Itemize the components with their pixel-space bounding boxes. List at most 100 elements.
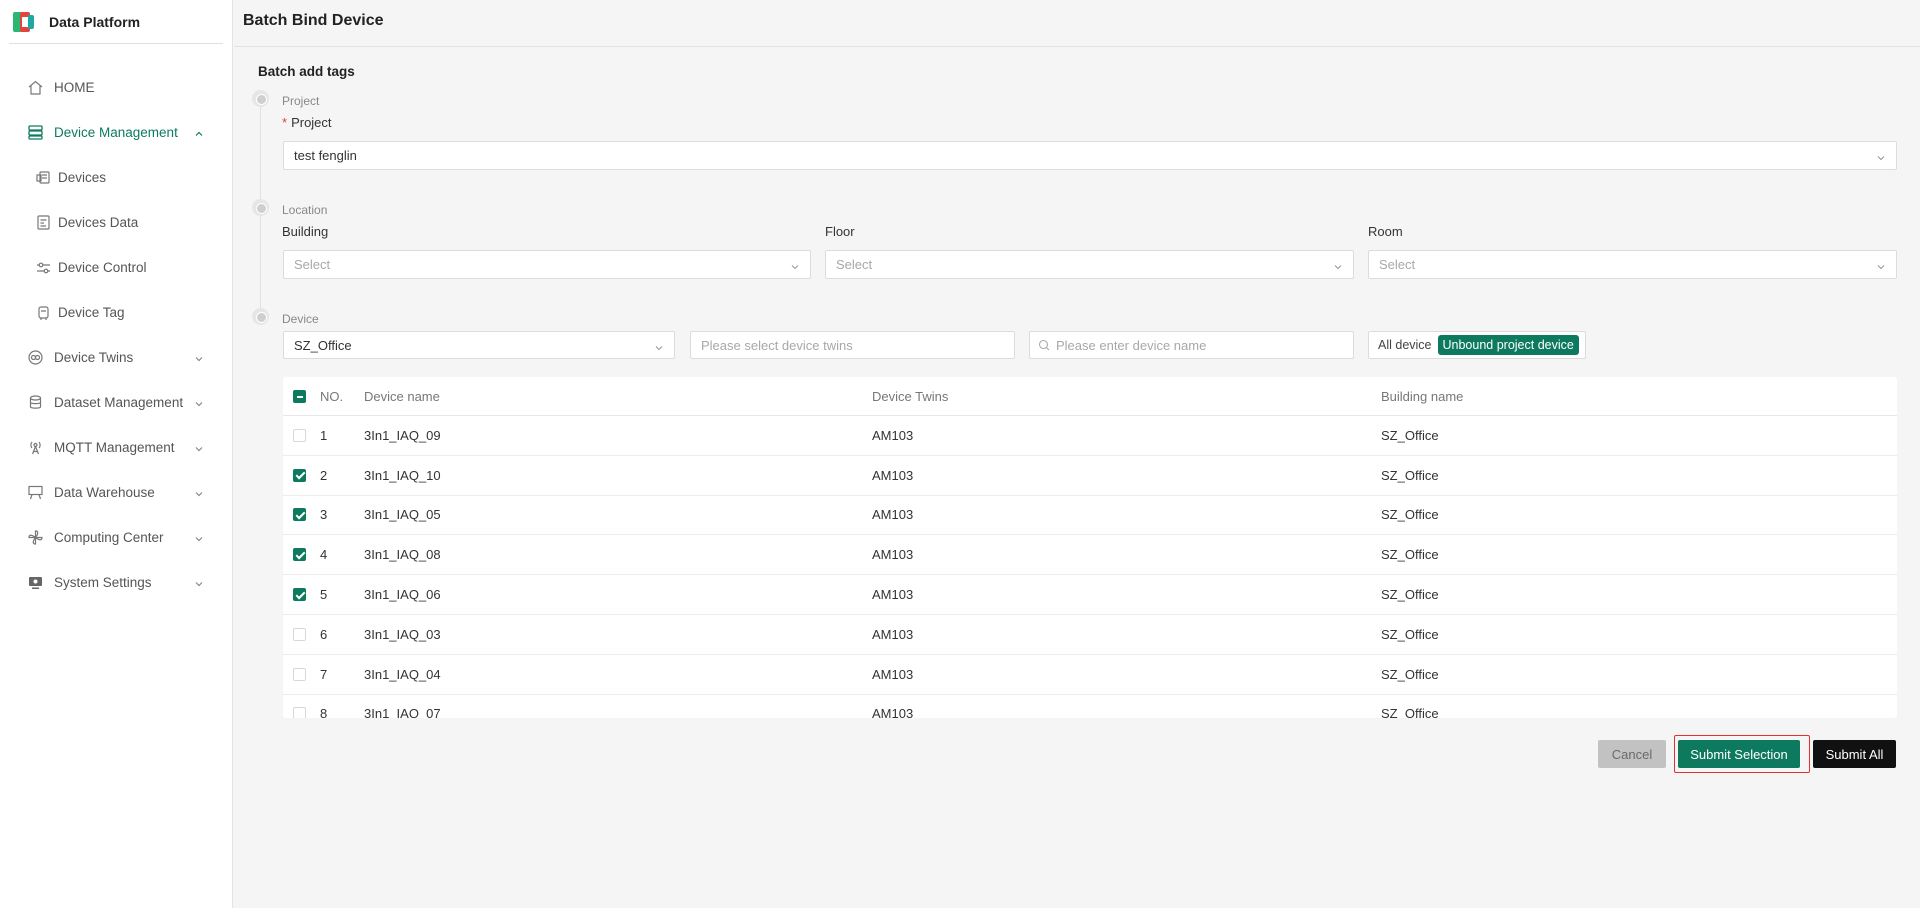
- row-no: 2: [320, 467, 328, 483]
- table-row[interactable]: 4 3In1_IAQ_08 AM103 SZ_Office: [283, 535, 1897, 576]
- row-checkbox[interactable]: [293, 588, 306, 602]
- table-row[interactable]: 3 3In1_IAQ_05 AM103 SZ_Office: [283, 496, 1897, 536]
- table-header: NO. Device name Device Twins Building na…: [283, 377, 1897, 416]
- row-checkbox[interactable]: [293, 468, 306, 482]
- row-device-twins: AM103: [872, 547, 914, 563]
- sidebar-item-device-control[interactable]: Device Control: [0, 245, 232, 290]
- row-checkbox[interactable]: [293, 428, 306, 442]
- row-no: 1: [320, 427, 328, 443]
- device-table: NO. Device name Device Twins Building na…: [283, 377, 1897, 718]
- table-row[interactable]: 7 3In1_IAQ_04 AM103 SZ_Office: [283, 655, 1897, 695]
- sidebar-item-label: MQTT Management: [54, 440, 175, 455]
- sidebar-item-label: Device Tag: [58, 305, 125, 320]
- device-filter-toggle: All device Unbound project device: [1368, 331, 1586, 359]
- row-checkbox-cell: [283, 707, 319, 718]
- row-checkbox[interactable]: [293, 627, 306, 641]
- step-dot-location: [252, 199, 269, 216]
- logo-icon: [11, 9, 37, 35]
- room-select[interactable]: Select: [1368, 250, 1897, 279]
- chevron-down-icon: [194, 397, 204, 412]
- table-row[interactable]: 6 3In1_IAQ_03 AM103 SZ_Office: [283, 615, 1897, 655]
- header-device-name: Device name: [364, 388, 440, 404]
- header-no: NO.: [320, 388, 344, 404]
- table-row[interactable]: 8 3In1_IAQ_07 AM103 SZ_Office: [283, 695, 1897, 718]
- sidebar-item-dataset-management[interactable]: Dataset Management: [0, 380, 232, 425]
- row-checkbox[interactable]: [293, 707, 306, 718]
- device-building-select[interactable]: SZ_Office: [283, 331, 675, 359]
- device-name-placeholder: Please enter device name: [1056, 337, 1207, 353]
- device-name-search-input[interactable]: Please enter device name: [1029, 331, 1354, 359]
- sidebar-item-devices-data[interactable]: Devices Data: [0, 200, 232, 245]
- header-device-twins: Device Twins: [872, 388, 949, 404]
- project-select[interactable]: test fenglin: [283, 141, 1897, 170]
- chevron-down-icon: [654, 341, 664, 356]
- row-checkbox[interactable]: [293, 508, 306, 522]
- row-building-name: SZ_Office: [1381, 626, 1439, 642]
- sidebar-item-label: Dataset Management: [54, 395, 184, 410]
- brand: Data Platform: [9, 0, 223, 44]
- project-label-text: Project: [291, 115, 332, 130]
- sidebar-item-label: Data Warehouse: [54, 485, 155, 500]
- chevron-down-icon: [194, 352, 204, 367]
- pinwheel-icon: [27, 529, 44, 546]
- row-device-twins: AM103: [872, 507, 914, 523]
- building-select[interactable]: Select: [283, 250, 811, 279]
- select-all-checkbox[interactable]: [293, 389, 306, 403]
- floor-select[interactable]: Select: [825, 250, 1354, 279]
- sidebar-item-mqtt-management[interactable]: MQTT Management: [0, 425, 232, 470]
- sidebar-item-data-warehouse[interactable]: Data Warehouse: [0, 470, 232, 515]
- brand-title: Data Platform: [49, 13, 141, 30]
- device-twins-select[interactable]: Please select device twins: [690, 331, 1015, 359]
- home-icon: [27, 79, 44, 96]
- sidebar-item-device-twins[interactable]: Device Twins: [0, 335, 232, 380]
- row-checkbox-cell: [283, 667, 319, 681]
- row-checkbox-cell: [283, 548, 319, 562]
- header-building-name: Building name: [1381, 388, 1464, 404]
- submit-all-button[interactable]: Submit All: [1813, 740, 1896, 768]
- step-label-device: Device: [282, 312, 319, 326]
- header: Batch Bind Device: [234, 0, 1920, 47]
- toggle-unbound-project-device[interactable]: Unbound project device: [1437, 335, 1579, 355]
- room-field-label: Room: [1368, 224, 1403, 239]
- sliders-icon: [35, 259, 52, 276]
- row-checkbox[interactable]: [293, 667, 306, 681]
- project-select-value: test fenglin: [294, 148, 357, 163]
- row-device-twins: AM103: [872, 626, 914, 642]
- floor-field-label: Floor: [825, 224, 855, 239]
- table-row[interactable]: 5 3In1_IAQ_06 AM103 SZ_Office: [283, 575, 1897, 615]
- sidebar-item-label: Computing Center: [54, 530, 164, 545]
- row-device-twins: AM103: [872, 587, 914, 603]
- chevron-down-icon: [1876, 151, 1886, 166]
- required-mark: *: [282, 115, 288, 130]
- chevron-down-icon: [1333, 260, 1343, 275]
- room-select-placeholder: Select: [1379, 257, 1416, 272]
- table-row[interactable]: 2 3In1_IAQ_10 AM103 SZ_Office: [283, 456, 1897, 496]
- sidebar-item-label: Device Control: [58, 260, 147, 275]
- tag-icon: [35, 304, 52, 321]
- sidebar-item-device-management[interactable]: Device Management: [0, 110, 232, 155]
- sidebar-item-system-settings[interactable]: System Settings: [0, 560, 232, 605]
- cancel-button[interactable]: Cancel: [1598, 740, 1666, 768]
- row-device-name: 3In1_IAQ_05: [364, 507, 441, 523]
- submit-selection-button[interactable]: Submit Selection: [1678, 740, 1800, 768]
- row-building-name: SZ_Office: [1381, 666, 1439, 682]
- sidebar-item-home[interactable]: HOME: [0, 65, 232, 110]
- row-checkbox[interactable]: [293, 548, 306, 562]
- chevron-down-icon: [194, 442, 204, 457]
- floor-select-placeholder: Select: [836, 257, 873, 272]
- select-all-cell: [283, 389, 319, 403]
- step-label-project: Project: [282, 94, 320, 108]
- sidebar-item-computing-center[interactable]: Computing Center: [0, 515, 232, 560]
- row-device-name: 3In1_IAQ_07: [364, 706, 441, 718]
- row-device-twins: AM103: [872, 666, 914, 682]
- sidebar-item-device-tag[interactable]: Device Tag: [0, 290, 232, 335]
- row-building-name: SZ_Office: [1381, 587, 1439, 603]
- sidebar-item-devices[interactable]: Devices: [0, 155, 232, 200]
- search-icon: [1038, 339, 1050, 351]
- toggle-all-device[interactable]: All device: [1378, 338, 1432, 352]
- table-row[interactable]: 1 3In1_IAQ_09 AM103 SZ_Office: [283, 416, 1897, 456]
- row-device-twins: AM103: [872, 706, 914, 718]
- row-building-name: SZ_Office: [1381, 427, 1439, 443]
- server-icon: [27, 124, 44, 141]
- device-building-value: SZ_Office: [294, 337, 352, 353]
